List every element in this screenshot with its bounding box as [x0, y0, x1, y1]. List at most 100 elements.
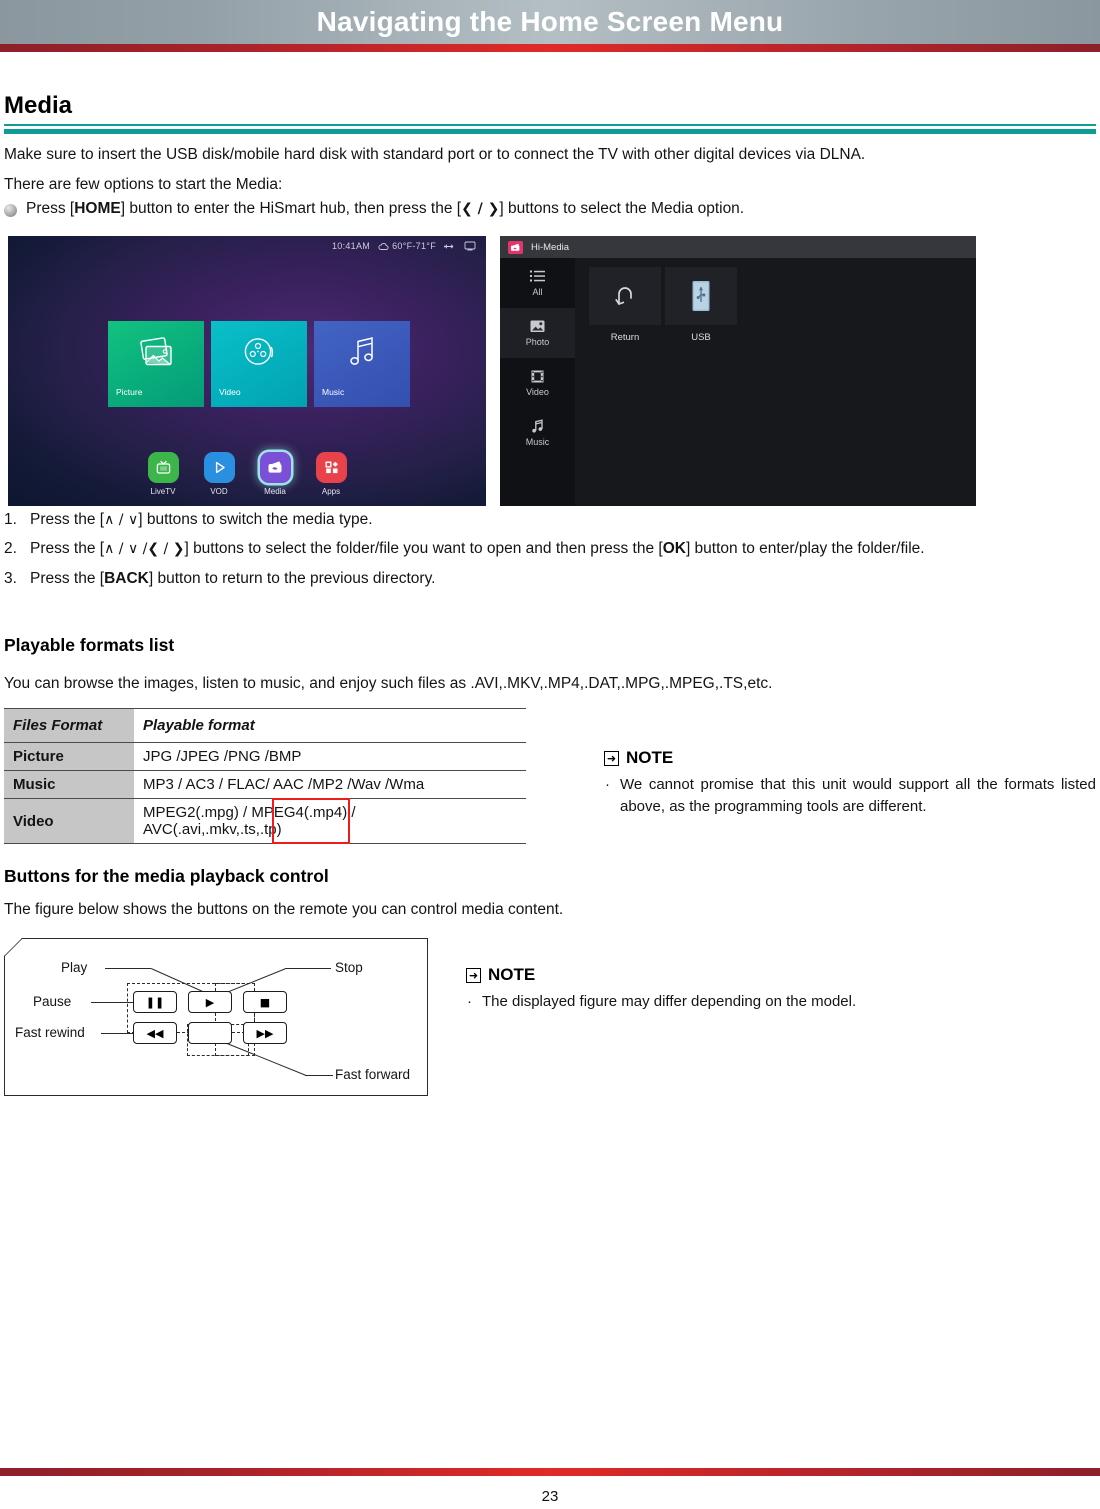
- leader-stop-h: [285, 968, 331, 970]
- table-row: Video MPEG2(.mpg) / MPEG4(.mp4) / AVC(.a…: [4, 798, 526, 844]
- music-note-icon: [346, 336, 378, 375]
- tile-label: Picture: [116, 387, 143, 397]
- play-icon: [203, 452, 235, 483]
- sidebar-label: Photo: [525, 337, 550, 347]
- fast-rewind-button[interactable]: ◀◀: [133, 1022, 177, 1044]
- row-formats-music: MP3 / AC3 / FLAC/ AAC /MP2 /Wav /Wma: [134, 770, 526, 799]
- note-text: We cannot promise that this unit would s…: [620, 776, 1096, 815]
- direction-keys: ∧ / ∨ /❮ / ❯: [104, 541, 185, 558]
- row-type-video: Video: [4, 798, 134, 844]
- tile-video[interactable]: Video: [211, 321, 307, 407]
- dock-item-vod[interactable]: VOD: [197, 452, 241, 496]
- media-item-label: USB: [691, 332, 711, 343]
- sidebar-label: All: [532, 287, 543, 297]
- media-item-usb[interactable]: USB: [665, 267, 737, 343]
- fast-forward-glyph: ▶▶: [256, 1026, 274, 1040]
- ok-key: OK: [662, 540, 686, 558]
- hi-media-titlebar: Hi-Media: [500, 236, 976, 258]
- page-title: Navigating the Home Screen Menu: [316, 6, 784, 37]
- intro-paragraph: Make sure to insert the USB disk/mobile …: [4, 146, 866, 163]
- table-row: Picture JPG /JPEG /PNG /BMP: [4, 742, 526, 771]
- dock-label: Media: [264, 487, 286, 496]
- hi-media-title: Hi-Media: [531, 241, 570, 253]
- play-button[interactable]: ▶: [188, 991, 232, 1013]
- grid-apps-icon: [315, 452, 347, 483]
- bullet-item-home: Press [HOME] button to enter the HiSmart…: [4, 200, 1096, 218]
- step-number: 1.: [4, 511, 17, 528]
- dock-item-media[interactable]: Media: [253, 452, 297, 496]
- tile-music[interactable]: Music: [314, 321, 410, 407]
- dock-label: Apps: [321, 487, 341, 496]
- note-bullet: ·: [605, 776, 610, 793]
- note-block-formats: ➜ NOTE · We cannot promise that this uni…: [604, 748, 1096, 818]
- video-formats-line2: AVC(.avi,.mkv,.ts,.tp): [143, 821, 282, 838]
- status-temperature: 60°F-71°F: [392, 241, 436, 251]
- sidebar-item-music[interactable]: Music: [500, 408, 575, 458]
- left-right-keys: ❮ / ❯: [461, 201, 500, 217]
- hi-media-sidebar: All Photo Video Music: [500, 258, 575, 506]
- return-arrow-icon: [615, 287, 632, 305]
- tile-picture[interactable]: Picture: [108, 321, 204, 407]
- film-reel-icon: [241, 336, 277, 375]
- step-number: 2.: [4, 540, 17, 558]
- remote-button-pad: ❚❚ ▶ ■ ◀◀ ▶▶: [133, 991, 287, 1053]
- fast-forward-button[interactable]: ▶▶: [243, 1022, 287, 1044]
- media-item-label: Return: [610, 332, 640, 343]
- leader-fastrewind: [101, 1033, 133, 1035]
- leader-play-h: [105, 968, 151, 970]
- tv-icon: [147, 452, 179, 483]
- photo-icon: [530, 320, 545, 332]
- hi-media-content: Return USB: [575, 258, 976, 506]
- note-label: NOTE: [488, 965, 536, 984]
- remote-figure: Play Stop Pause Fast rewind Fast forward…: [4, 938, 428, 1096]
- note-body: · We cannot promise that this unit would…: [604, 774, 1096, 818]
- sidebar-item-photo[interactable]: Photo: [500, 308, 575, 358]
- sidebar-item-video[interactable]: Video: [500, 358, 575, 408]
- dock-label: VOD: [210, 487, 228, 496]
- dock-item-apps[interactable]: Apps: [309, 452, 353, 496]
- blank-button[interactable]: [188, 1022, 232, 1044]
- playable-formats-heading: Playable formats list: [4, 635, 175, 655]
- label-fast-forward: Fast forward: [335, 1067, 411, 1082]
- pause-button[interactable]: ❚❚: [133, 991, 177, 1013]
- hi-media-screenshot: Hi-Media All Photo Video Music Return US…: [500, 236, 976, 506]
- return-cell: [589, 267, 661, 325]
- status-weather: 60°F-71°F: [378, 241, 436, 251]
- media-item-return[interactable]: Return: [589, 267, 661, 343]
- network-icon: [464, 241, 476, 251]
- dock-item-livetv[interactable]: LiveTV: [141, 452, 185, 496]
- pause-glyph: ❚❚: [145, 995, 165, 1009]
- sidebar-item-all[interactable]: All: [500, 258, 575, 308]
- tile-label: Video: [219, 387, 241, 397]
- note-block-figure: ➜ NOTE · The displayed figure may differ…: [466, 965, 1026, 1013]
- teal-rule-thin: [4, 124, 1096, 126]
- step-number: 3.: [4, 569, 17, 587]
- bullet-text: Press [HOME] button to enter the HiSmart…: [26, 200, 745, 217]
- remote-row-bottom: ◀◀ ▶▶: [133, 1022, 287, 1044]
- label-play: Play: [61, 960, 88, 975]
- remote-row-top: ❚❚ ▶ ■: [133, 991, 287, 1013]
- note-arrow-icon: ➜: [604, 750, 619, 766]
- sidebar-label: Music: [525, 437, 550, 447]
- note-arrow-icon: ➜: [466, 967, 481, 983]
- step-text: Press the [∧ / ∨] buttons to switch the …: [30, 511, 373, 528]
- step-3: 3. Press the [BACK] button to return to …: [4, 569, 1096, 589]
- formats-table: Files Format Playable format Picture JPG…: [4, 708, 526, 844]
- usb-icon: [444, 244, 454, 248]
- step-1: 1. Press the [∧ / ∨] buttons to switch t…: [4, 510, 1096, 530]
- footer-red-rule: [0, 1468, 1100, 1476]
- row-formats-picture: JPG /JPEG /PNG /BMP: [134, 742, 526, 771]
- playback-intro: The figure below shows the buttons on th…: [4, 901, 564, 918]
- row-type-music: Music: [4, 770, 134, 799]
- play-glyph: ▶: [205, 995, 215, 1009]
- step-text: Press the [∧ / ∨ /❮ / ❯] buttons to sele…: [30, 540, 925, 558]
- film-icon: [531, 370, 544, 383]
- column-header-files-format: Files Format: [4, 708, 134, 743]
- note-body: · The displayed figure may differ depend…: [466, 991, 1026, 1013]
- usb-drive-icon: [692, 281, 710, 311]
- column-header-playable-format: Playable format: [134, 708, 526, 743]
- page-number: 23: [541, 1488, 559, 1505]
- tile-label: Music: [322, 387, 345, 397]
- options-lead: There are few options to start the Media…: [4, 176, 283, 193]
- stop-button[interactable]: ■: [243, 991, 287, 1013]
